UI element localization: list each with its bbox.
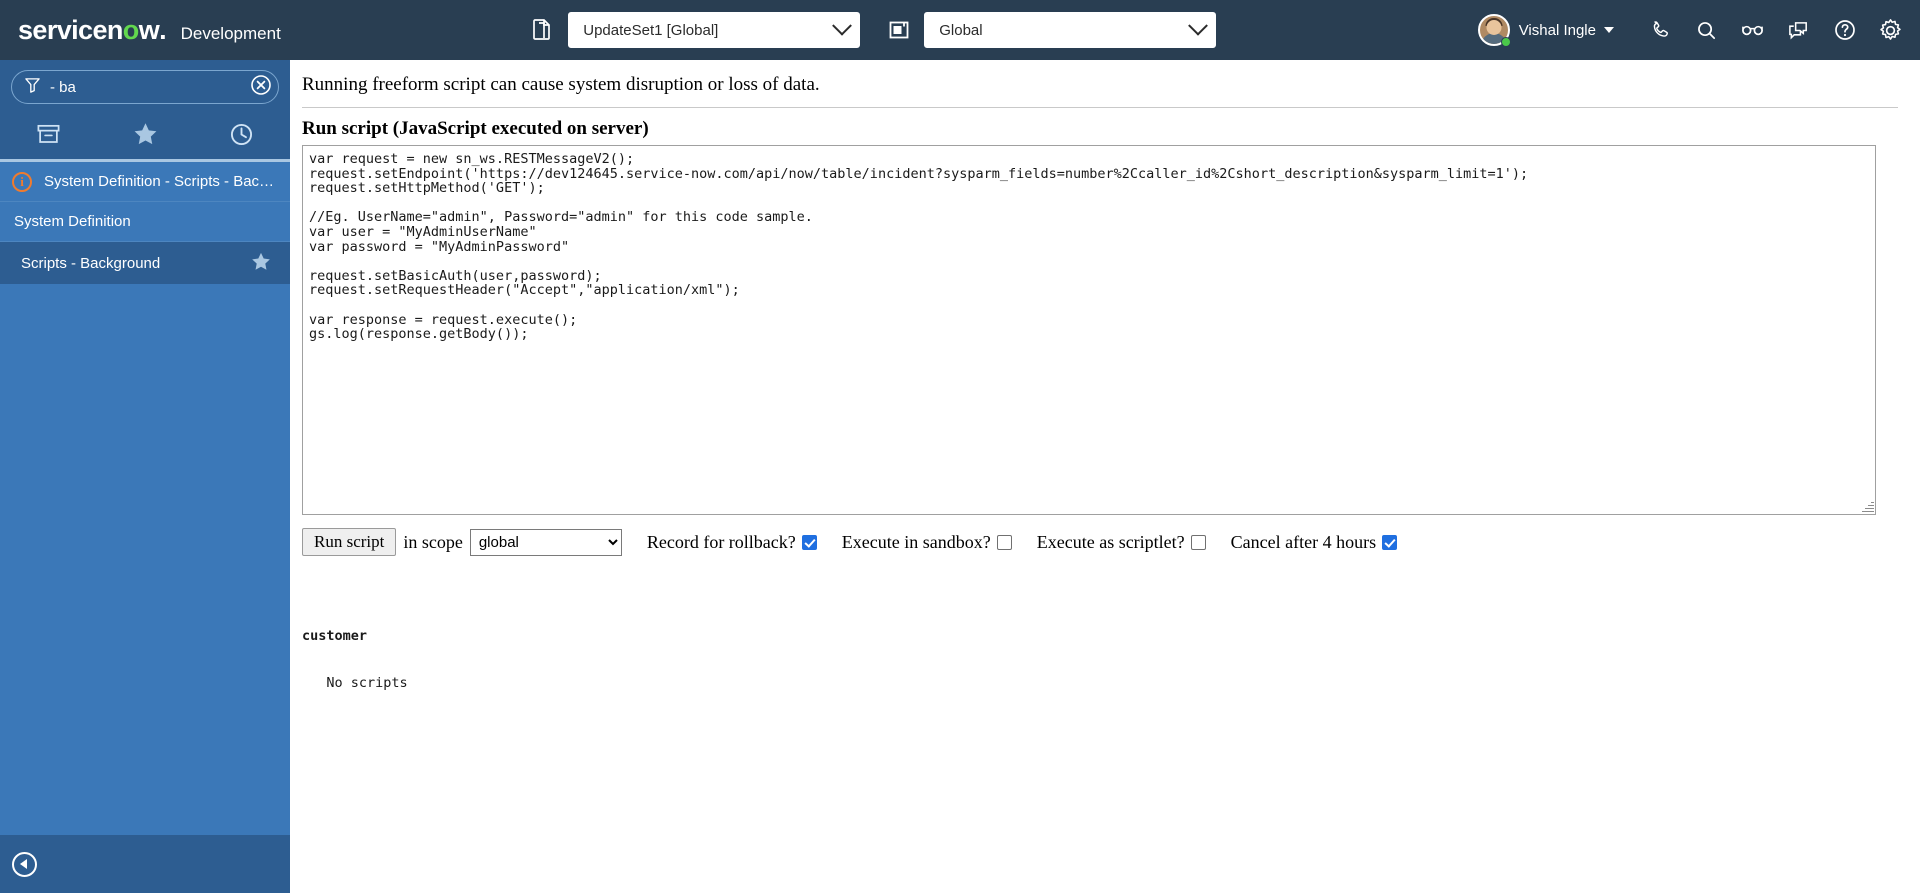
- record-for-rollback-label: Record for rollback?: [647, 532, 817, 553]
- glasses-icon[interactable]: [1736, 13, 1770, 47]
- update-set-icon[interactable]: [526, 13, 560, 47]
- logo-dot: .: [159, 14, 167, 45]
- search-input[interactable]: - ba: [11, 70, 279, 104]
- record-for-rollback-checkbox[interactable]: [801, 534, 817, 550]
- search-icon[interactable]: [1690, 13, 1724, 47]
- resize-handle[interactable]: [1861, 500, 1874, 513]
- breadcrumb[interactable]: i System Definition - Scripts - Bac…: [0, 162, 290, 202]
- script-editor[interactable]: var request = new sn_ws.RESTMessageV2();…: [302, 145, 1876, 515]
- cancel-after-4-hours-checkbox[interactable]: [1382, 534, 1398, 550]
- logo-text: servicenow: [18, 14, 160, 45]
- main-content: Running freeform script can cause system…: [290, 60, 1920, 893]
- execute-in-sandbox-label: Execute in sandbox?: [842, 532, 1012, 553]
- avatar[interactable]: [1477, 14, 1511, 47]
- clock-icon: [229, 122, 254, 152]
- script-toolbar: Run script in scope global Record for ro…: [302, 528, 1898, 557]
- presence-indicator: [1500, 37, 1511, 47]
- navigator-footer: [0, 835, 290, 893]
- application-scope-picker[interactable]: Global: [924, 12, 1217, 48]
- page-title: Run script (JavaScript executed on serve…: [302, 118, 649, 139]
- gear-icon[interactable]: [1874, 13, 1908, 47]
- execute-in-sandbox-checkbox[interactable]: [996, 534, 1012, 550]
- sidebar-item-scripts-background[interactable]: Scripts - Background: [0, 242, 290, 284]
- star-icon[interactable]: [250, 251, 272, 276]
- help-icon[interactable]: [1828, 13, 1862, 47]
- script-input[interactable]: var request = new sn_ws.RESTMessageV2();…: [303, 146, 1875, 342]
- scope-select[interactable]: global: [469, 528, 622, 556]
- sidebar-item-all-applications[interactable]: [0, 113, 97, 161]
- user-name[interactable]: Vishal Ingle: [1519, 22, 1596, 39]
- filter-value: - ba: [50, 78, 76, 96]
- logo-o-glyph: o: [122, 14, 140, 45]
- divider: [302, 107, 1898, 108]
- output-body: No scripts: [302, 674, 408, 691]
- chevron-down-icon[interactable]: [1603, 27, 1614, 33]
- conversations-icon[interactable]: [1782, 13, 1816, 47]
- clear-circle-icon[interactable]: [250, 74, 272, 101]
- run-script-button[interactable]: Run script: [302, 528, 397, 557]
- avatar-face: [1486, 20, 1502, 35]
- application-scope-icon[interactable]: [882, 13, 916, 47]
- sidebar-application-label: System Definition: [14, 213, 131, 230]
- info-circle-icon: i: [12, 171, 32, 192]
- navigator-tabs: [0, 114, 290, 162]
- instance-label: Development: [180, 23, 281, 43]
- archive-box-icon: [36, 122, 61, 151]
- chevron-down-icon: [832, 15, 853, 36]
- warning-message: Running freeform script can cause system…: [302, 74, 820, 95]
- update-set-value: UpdateSet1 [Global]: [583, 21, 719, 39]
- output-heading: customer: [302, 628, 368, 645]
- breadcrumb-label: System Definition - Scripts - Bac…: [44, 173, 275, 190]
- application-header: servicenow . Development UpdateSet1 [Glo…: [0, 0, 1920, 60]
- filter-icon: [24, 76, 41, 99]
- header-pickers: UpdateSet1 [Global] Global: [526, 12, 1217, 48]
- star-icon: [132, 121, 159, 152]
- update-set-picker[interactable]: UpdateSet1 [Global]: [568, 12, 861, 48]
- chevron-left-circle-icon: [20, 859, 27, 869]
- collapse-navigator-button[interactable]: [12, 851, 37, 877]
- execute-as-scriptlet-checkbox[interactable]: [1190, 534, 1206, 550]
- application-scope-value: Global: [939, 21, 983, 39]
- application-navigator: - ba i System Definition - Scripts - Bac…: [0, 60, 290, 893]
- in-scope-label: in scope: [403, 531, 463, 552]
- header-icon-group: [1632, 13, 1908, 47]
- execute-as-scriptlet-label: Execute as scriptlet?: [1037, 532, 1206, 553]
- brand-logo[interactable]: servicenow . Development: [0, 15, 281, 46]
- chevron-down-icon: [1188, 15, 1209, 36]
- script-output: customer No scripts: [302, 598, 1898, 722]
- sidebar-empty-space: [0, 284, 290, 835]
- cancel-after-4-hours-label: Cancel after 4 hours: [1231, 532, 1398, 553]
- phone-icon[interactable]: [1644, 13, 1678, 47]
- sidebar-item-history[interactable]: [193, 113, 290, 161]
- sidebar-module-label: Scripts - Background: [21, 254, 161, 272]
- sidebar-item-favorites[interactable]: [97, 113, 194, 161]
- header-user-area: Vishal Ingle: [1462, 13, 1920, 47]
- sidebar-item-system-definition[interactable]: System Definition: [0, 202, 290, 242]
- navigator-filter-zone: - ba: [0, 60, 290, 114]
